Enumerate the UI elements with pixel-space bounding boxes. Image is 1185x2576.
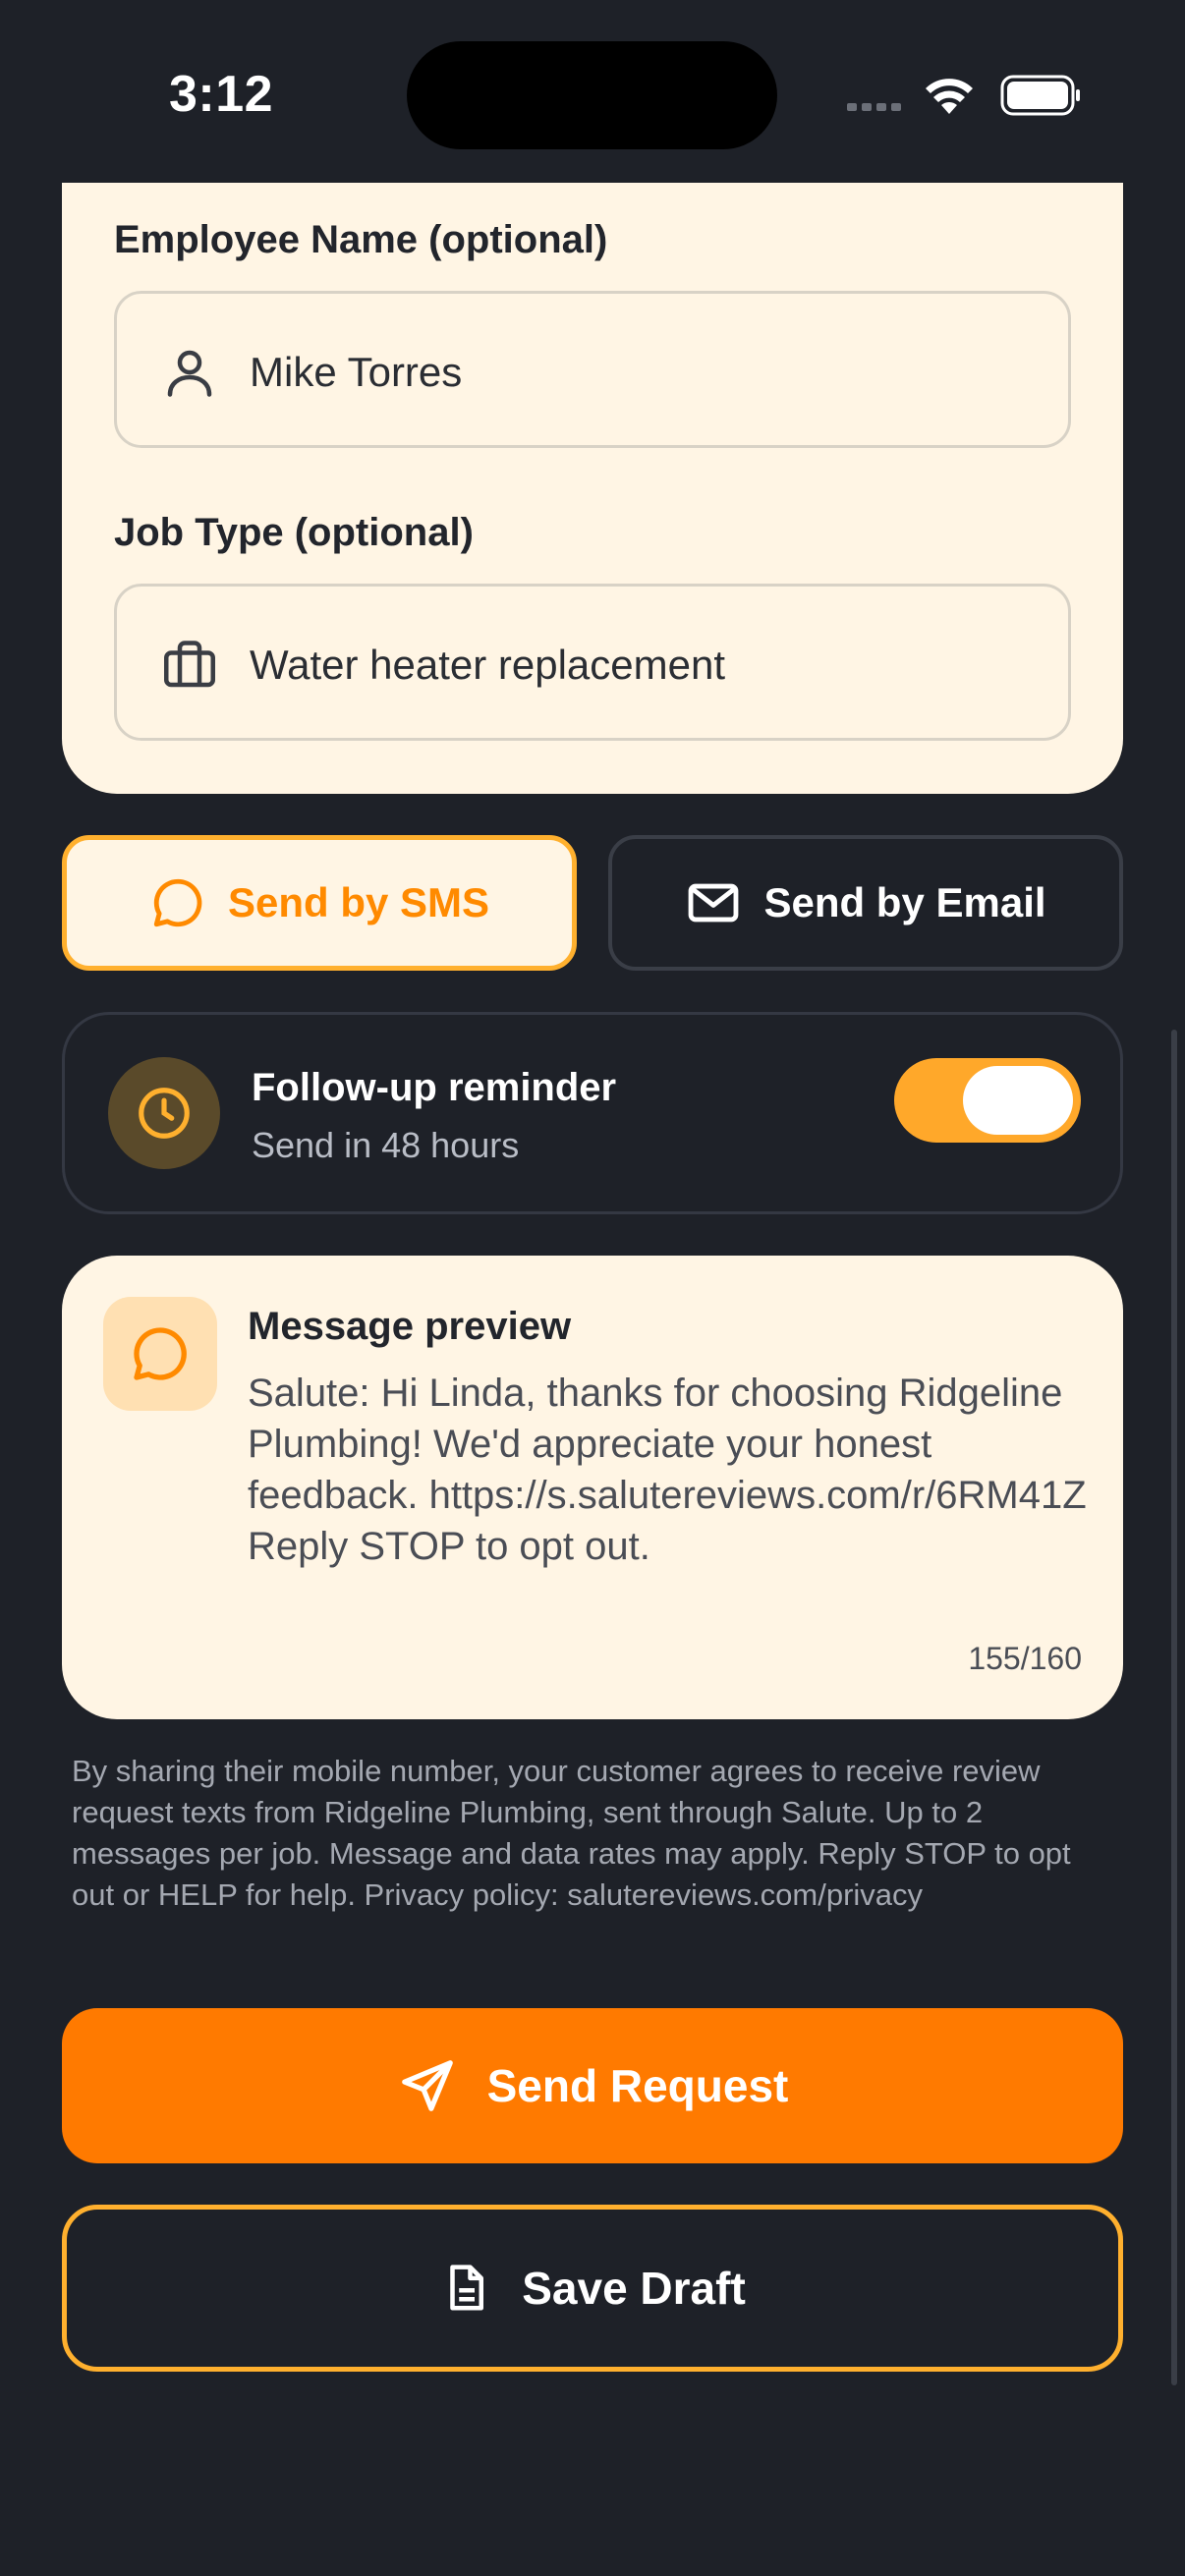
battery-icon — [1000, 75, 1080, 116]
screen: 3:12 Employee Name (optional) Mike Torre… — [0, 0, 1185, 2576]
follow-up-reminder-row: Follow-up reminder Send in 48 hours — [62, 1012, 1123, 1214]
character-count: 155/160 — [968, 1641, 1082, 1676]
person-icon — [167, 350, 212, 397]
employee-name-field[interactable]: Mike Torres — [114, 291, 1071, 448]
preview-body: Salute: Hi Linda, thanks for choosing Ri… — [248, 1372, 1087, 1568]
status-time: 3:12 — [169, 66, 274, 123]
send-by-email-button[interactable]: Send by Email — [608, 835, 1123, 971]
job-type-label: Job Type (optional) — [114, 511, 474, 554]
chat-bubble-icon — [153, 878, 202, 927]
status-icons — [847, 75, 1080, 116]
send-request-label: Send Request — [486, 2060, 789, 2111]
save-draft-button[interactable]: Save Draft — [62, 2205, 1123, 2372]
sms-label: Send by SMS — [227, 879, 490, 925]
reminder-toggle[interactable] — [894, 1058, 1081, 1143]
preview-title: Message preview — [248, 1305, 572, 1348]
job-type-value: Water heater replacement — [250, 642, 726, 688]
reminder-title: Follow-up reminder — [252, 1066, 617, 1109]
briefcase-icon — [164, 641, 215, 688]
clock-icon — [139, 1088, 190, 1139]
dynamic-island — [407, 41, 777, 149]
employee-name-label: Employee Name (optional) — [114, 218, 608, 261]
send-by-sms-button[interactable]: Send by SMS — [62, 835, 577, 971]
send-icon — [401, 2060, 453, 2111]
reminder-subtitle: Send in 48 hours — [252, 1125, 520, 1165]
scrollbar[interactable] — [1171, 1030, 1177, 2385]
preview-icon-badge — [103, 1297, 217, 1411]
signal-dots-icon — [847, 103, 901, 111]
employee-name-value: Mike Torres — [250, 349, 463, 395]
job-type-field[interactable]: Water heater replacement — [114, 584, 1071, 741]
consent-disclaimer: By sharing their mobile number, your cus… — [72, 1754, 1071, 1912]
chat-bubble-icon — [134, 1327, 187, 1380]
email-label: Send by Email — [763, 879, 1046, 925]
send-request-button[interactable]: Send Request — [62, 2008, 1123, 2163]
toggle-knob — [963, 1066, 1073, 1135]
clock-icon-badge — [108, 1057, 220, 1169]
mail-icon — [689, 883, 739, 923]
save-draft-label: Save Draft — [522, 2263, 746, 2314]
document-icon — [450, 2265, 484, 2311]
wifi-icon — [926, 79, 973, 114]
message-preview-card: Message preview Salute: Hi Linda, thanks… — [62, 1256, 1123, 1719]
